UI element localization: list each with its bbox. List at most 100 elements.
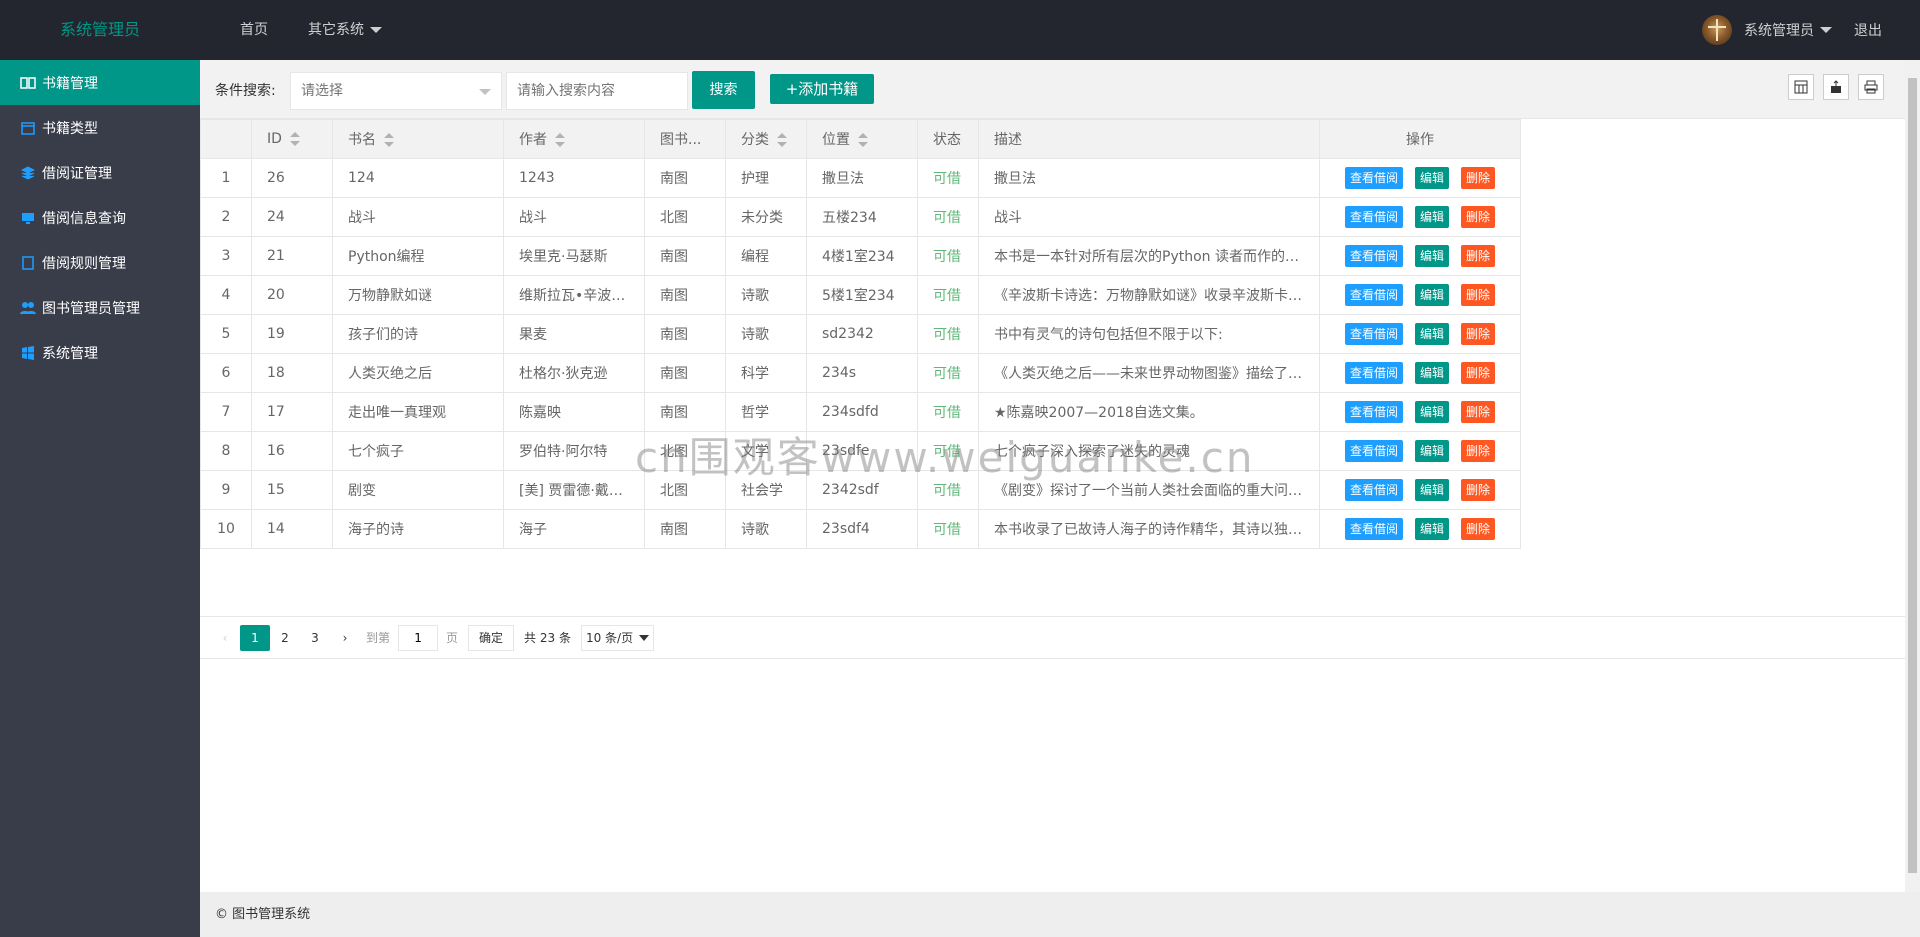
main-content: 条件搜索: 请选择 搜索 +添加书籍 ID 书名 作者 图书... 分类 位置 …	[200, 60, 1905, 892]
page-1[interactable]: 1	[240, 624, 270, 651]
export-icon[interactable]	[1823, 74, 1849, 100]
sidebar-item-borrow-query[interactable]: 借阅信息查询	[0, 195, 200, 240]
view-borrow-button[interactable]: 查看借阅	[1344, 362, 1403, 384]
sidebar-item-borrow-rules[interactable]: 借阅规则管理	[0, 240, 200, 285]
cell-location: 23sdf4	[806, 509, 918, 549]
sidebar-item-librarian-management[interactable]: 图书管理员管理	[0, 285, 200, 330]
edit-button[interactable]: 编辑	[1414, 323, 1449, 345]
sort-icon[interactable]	[384, 133, 394, 147]
sidebar-item-label: 借阅信息查询	[42, 210, 126, 227]
cell-index: 4	[200, 275, 252, 315]
page-3[interactable]: 3	[300, 625, 330, 651]
print-icon[interactable]	[1858, 74, 1884, 100]
delete-button[interactable]: 删除	[1461, 323, 1496, 345]
view-borrow-button[interactable]: 查看借阅	[1344, 401, 1403, 423]
footer: © 图书管理系统	[200, 892, 1920, 937]
delete-button[interactable]: 删除	[1461, 518, 1496, 540]
condition-select[interactable]: 请选择	[290, 72, 502, 110]
edit-button[interactable]: 编辑	[1414, 440, 1449, 462]
sidebar-item-book-types[interactable]: 书籍类型	[0, 105, 200, 150]
edit-button[interactable]: 编辑	[1414, 362, 1449, 384]
chevron-down-icon	[639, 634, 650, 641]
cell-actions: 查看借阅 编辑 删除	[1319, 158, 1521, 198]
cell-status: 可借	[917, 236, 979, 276]
cell-library: 南图	[644, 236, 726, 276]
column-header-title[interactable]: 书名	[332, 119, 504, 159]
page-unit-label: 页	[446, 631, 459, 645]
user-menu[interactable]: 系统管理员	[1744, 20, 1832, 40]
column-header-author[interactable]: 作者	[503, 119, 645, 159]
delete-button[interactable]: 删除	[1461, 362, 1496, 384]
cell-category: 诗歌	[725, 509, 807, 549]
sort-icon[interactable]	[289, 132, 300, 146]
edit-button[interactable]: 编辑	[1414, 518, 1449, 540]
edit-button[interactable]: 编辑	[1414, 284, 1449, 306]
cell-description: 战斗	[978, 197, 1320, 237]
cell-library: 南图	[644, 158, 726, 198]
sidebar-item-book-management[interactable]: 书籍管理	[0, 60, 200, 105]
delete-button[interactable]: 删除	[1461, 206, 1496, 228]
view-borrow-button[interactable]: 查看借阅	[1344, 284, 1403, 306]
view-borrow-button[interactable]: 查看借阅	[1344, 323, 1403, 345]
view-borrow-button[interactable]: 查看借阅	[1344, 206, 1403, 228]
cell-category: 文学	[725, 431, 807, 471]
columns-filter-icon[interactable]	[1788, 74, 1814, 100]
sidebar-item-system-management[interactable]: 系统管理	[0, 330, 200, 375]
search-input[interactable]	[506, 72, 688, 110]
sidebar-item-label: 图书管理员管理	[42, 300, 140, 317]
view-borrow-button[interactable]: 查看借阅	[1344, 245, 1403, 267]
nav-other-systems[interactable]: 其它系统	[288, 0, 402, 60]
page-size-select[interactable]: 10 条/页	[580, 624, 655, 651]
view-borrow-button[interactable]: 查看借阅	[1344, 440, 1403, 462]
page-scrollbar[interactable]	[1905, 60, 1920, 892]
delete-button[interactable]: 删除	[1461, 401, 1496, 423]
cell-description: ★陈嘉映2007—2018自选文集。	[978, 392, 1320, 432]
view-borrow-button[interactable]: 查看借阅	[1344, 167, 1403, 189]
goto-confirm-button[interactable]: 确定	[468, 624, 515, 651]
avatar[interactable]	[1702, 15, 1732, 45]
cell-title: 海子的诗	[332, 509, 504, 549]
cell-author: 战斗	[503, 197, 645, 237]
edit-button[interactable]: 编辑	[1414, 167, 1449, 189]
sidebar-item-library-card[interactable]: 借阅证管理	[0, 150, 200, 195]
edit-button[interactable]: 编辑	[1414, 479, 1449, 501]
sort-icon[interactable]	[555, 133, 565, 147]
cell-actions: 查看借阅 编辑 删除	[1319, 275, 1521, 315]
view-borrow-button[interactable]: 查看借阅	[1344, 518, 1403, 540]
logout-link[interactable]: 退出	[1854, 20, 1882, 40]
search-button[interactable]: 搜索	[692, 71, 755, 109]
nav-home[interactable]: 首页	[220, 0, 288, 60]
edit-button[interactable]: 编辑	[1414, 245, 1449, 267]
delete-button[interactable]: 删除	[1461, 479, 1496, 501]
view-borrow-button[interactable]: 查看借阅	[1344, 479, 1403, 501]
add-book-button[interactable]: +添加书籍	[770, 74, 874, 104]
delete-button[interactable]: 删除	[1461, 167, 1496, 189]
edit-button[interactable]: 编辑	[1414, 401, 1449, 423]
users-icon	[20, 301, 36, 315]
delete-button[interactable]: 删除	[1461, 284, 1496, 306]
cell-actions: 查看借阅 编辑 删除	[1319, 314, 1521, 354]
cell-library: 南图	[644, 275, 726, 315]
sort-icon[interactable]	[858, 133, 868, 147]
goto-page-input[interactable]	[398, 624, 439, 651]
prev-page-icon[interactable]: ‹	[210, 625, 240, 651]
cell-index: 7	[200, 392, 252, 432]
edit-button[interactable]: 编辑	[1414, 206, 1449, 228]
book-icon	[20, 76, 36, 90]
page-2[interactable]: 2	[270, 625, 300, 651]
cell-actions: 查看借阅 编辑 删除	[1319, 509, 1521, 549]
next-page-icon[interactable]: ›	[330, 625, 360, 651]
column-header-location[interactable]: 位置	[806, 119, 918, 159]
scrollbar-thumb[interactable]	[1908, 78, 1917, 873]
cell-location: 撒旦法	[806, 158, 918, 198]
app-logo[interactable]: 系统管理员	[0, 0, 200, 60]
column-header-category[interactable]: 分类	[725, 119, 807, 159]
column-header-id[interactable]: ID	[251, 119, 333, 159]
sort-icon[interactable]	[777, 133, 787, 147]
table-row: 5 19 孩子们的诗 果麦 南图 诗歌 sd2342 可借 书中有灵气的诗句包括但不限于以下: 查…	[200, 314, 1521, 354]
delete-button[interactable]: 删除	[1461, 440, 1496, 462]
cell-status: 可借	[917, 275, 979, 315]
delete-button[interactable]: 删除	[1461, 245, 1496, 267]
layers-icon	[20, 165, 36, 180]
cell-library: 北图	[644, 431, 726, 471]
